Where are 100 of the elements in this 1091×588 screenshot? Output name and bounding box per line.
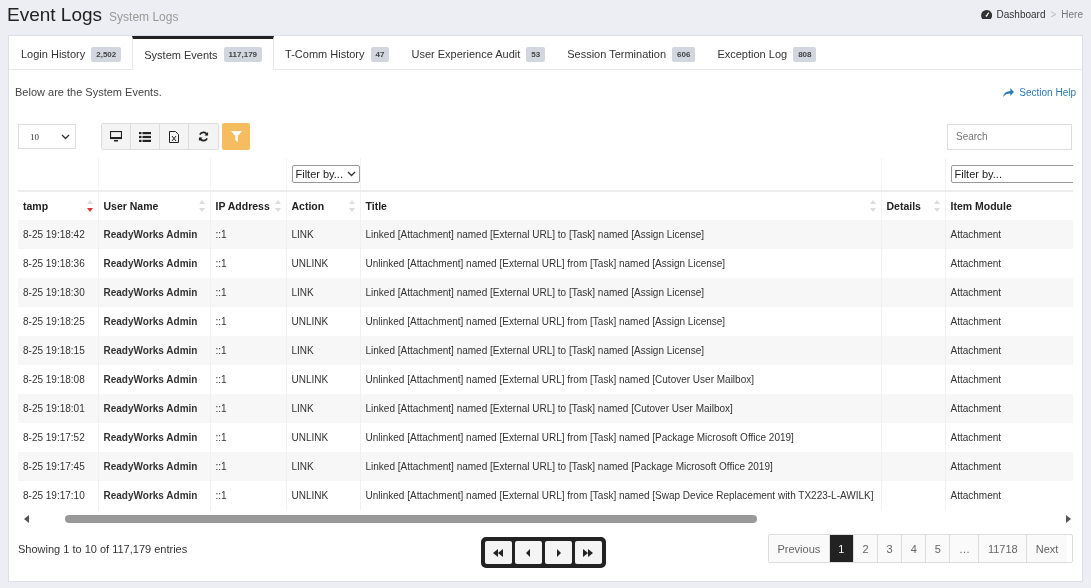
timestamp-cell: 8-25 19:17:52: [23, 432, 85, 443]
title-cell: Unlinked [Attachment] named [External URL] from [Task] named [Assign License]: [365, 258, 726, 269]
tab[interactable]: Exception Log 808: [706, 36, 828, 69]
tab[interactable]: T-Comm History 47: [274, 36, 401, 69]
pagination-button[interactable]: 3: [878, 535, 903, 562]
next-page-button[interactable]: [544, 541, 572, 564]
entries-info: Showing 1 to 10 of 117,179 entries: [18, 542, 189, 555]
last-page-button[interactable]: [574, 541, 602, 564]
ip-address-cell: ::1: [215, 345, 227, 356]
action-cell: UNLINK: [291, 432, 329, 443]
share-arrow-icon: [1003, 87, 1015, 97]
title-cell: Linked [Attachment] named [External URL] to [Task] named [Assign License]: [365, 345, 704, 356]
count-badge: 47: [370, 46, 390, 62]
timestamp-cell: 8-25 19:18:01: [23, 403, 85, 414]
desktop-view-button[interactable]: [102, 124, 131, 149]
user-name-cell: ReadyWorks Admin: [103, 316, 198, 327]
filter-select[interactable]: Filter by...: [291, 165, 359, 183]
count-badge: 808: [793, 46, 817, 62]
user-name-cell: ReadyWorks Admin: [103, 229, 198, 240]
timestamp-cell: 8-25 19:18:25: [23, 316, 85, 327]
monitor-icon: [110, 131, 122, 142]
user-name-cell: ReadyWorks Admin: [103, 345, 198, 356]
pagination-button[interactable]: 4: [902, 535, 927, 562]
tab[interactable]: System Events 117,179: [132, 36, 275, 70]
sort-icon[interactable]: [86, 200, 93, 212]
tab[interactable]: User Experience Audit 53: [400, 36, 557, 69]
double-right-arrow-icon: [583, 548, 593, 557]
item-module-cell: Attachment: [950, 432, 1002, 443]
timestamp-cell: 8-25 19:17:10: [23, 490, 85, 501]
item-module-cell: Attachment: [950, 229, 1002, 240]
page-size-select[interactable]: 10: [18, 124, 76, 149]
title-cell: Unlinked [Attachment] named [External URL] from [Task] named [Assign License]: [365, 316, 726, 327]
column-header[interactable]: Title: [365, 200, 870, 212]
page-title: Event Logs: [7, 3, 103, 26]
ip-address-cell: ::1: [215, 461, 227, 472]
item-module-cell: Attachment: [950, 345, 1002, 356]
action-cell: UNLINK: [291, 316, 329, 327]
count-badge: 117,179: [223, 47, 263, 62]
column-header[interactable]: Item Module: [950, 200, 1012, 212]
scroll-left-icon[interactable]: [23, 514, 31, 523]
timestamp-cell: 8-25 19:18:36: [23, 258, 85, 269]
section-help-link[interactable]: Section Help: [1003, 86, 1076, 98]
action-cell: LINK: [291, 345, 314, 356]
pagination-button[interactable]: Previous: [769, 535, 830, 562]
action-cell: LINK: [291, 229, 314, 240]
action-cell: LINK: [291, 461, 314, 472]
spreadsheet-file-icon: [169, 130, 179, 143]
title-cell: Linked [Attachment] named [External URL] to [Task] named [Assign License]: [365, 287, 704, 298]
timestamp-cell: 8-25 19:18:42: [23, 229, 85, 240]
user-name-cell: ReadyWorks Admin: [103, 374, 198, 385]
chevron-down-icon: [347, 171, 356, 177]
action-cell: UNLINK: [291, 374, 329, 385]
count-badge: 2,502: [91, 46, 122, 62]
timestamp-cell: 8-25 19:18:08: [23, 374, 85, 385]
column-header[interactable]: IP Address: [215, 200, 275, 212]
pagination-button[interactable]: 1: [829, 535, 854, 562]
title-cell: Unlinked [Attachment] named [External URL] from [Task] named [Cutover User Mailbox]: [365, 374, 754, 385]
left-arrow-icon: [525, 548, 531, 557]
user-name-cell: ReadyWorks Admin: [103, 287, 198, 298]
ip-address-cell: ::1: [215, 287, 227, 298]
action-cell: LINK: [291, 403, 314, 414]
filter-input[interactable]: Filter by...: [950, 165, 1072, 183]
column-header[interactable]: Details: [886, 200, 934, 212]
scroll-right-icon[interactable]: [1064, 514, 1072, 523]
ip-address-cell: ::1: [215, 258, 227, 269]
column-header[interactable]: User Name: [103, 200, 199, 212]
search-field[interactable]: Search: [947, 123, 1072, 150]
breadcrumb-link[interactable]: Dashboard: [996, 9, 1046, 20]
pagination-button[interactable]: 5: [926, 535, 951, 562]
breadcrumb-current: Here: [1061, 9, 1083, 20]
title-cell: Unlinked [Attachment] named [External URL] from [Task] named [Package Microsoft Office 2019]: [365, 432, 794, 443]
first-page-button[interactable]: [484, 541, 512, 564]
tab[interactable]: Session Termination 606: [556, 36, 707, 69]
item-module-cell: Attachment: [950, 287, 1002, 298]
item-module-cell: Attachment: [950, 374, 1002, 385]
item-module-cell: Attachment: [950, 403, 1002, 414]
count-badge: 606: [672, 46, 696, 62]
column-header[interactable]: Action: [291, 200, 349, 212]
user-name-cell: ReadyWorks Admin: [103, 403, 198, 414]
item-module-cell: Attachment: [950, 258, 1002, 269]
tab[interactable]: Login History 2,502: [10, 36, 133, 69]
pagination-button[interactable]: 11718: [979, 535, 1028, 562]
column-header[interactable]: tamp: [23, 200, 87, 212]
timestamp-cell: 8-25 19:18:30: [23, 287, 85, 298]
timestamp-cell: 8-25 19:17:45: [23, 461, 85, 472]
pagination-button[interactable]: 2: [853, 535, 879, 562]
page-subtitle: System Logs: [109, 9, 179, 24]
pagination-button[interactable]: Next: [1027, 535, 1067, 562]
filter-toggle-button[interactable]: [222, 123, 250, 150]
action-cell: UNLINK: [291, 490, 329, 501]
user-name-cell: ReadyWorks Admin: [103, 258, 198, 269]
dashboard-icon: [980, 10, 992, 19]
double-left-arrow-icon: [493, 548, 503, 557]
ip-address-cell: ::1: [215, 229, 227, 240]
count-badge: 53: [526, 46, 546, 62]
pagination-button[interactable]: …: [950, 535, 980, 562]
list-icon: [139, 131, 151, 142]
chevron-down-icon: [61, 133, 70, 140]
previous-page-button[interactable]: [514, 541, 542, 564]
user-name-cell: ReadyWorks Admin: [103, 490, 198, 501]
